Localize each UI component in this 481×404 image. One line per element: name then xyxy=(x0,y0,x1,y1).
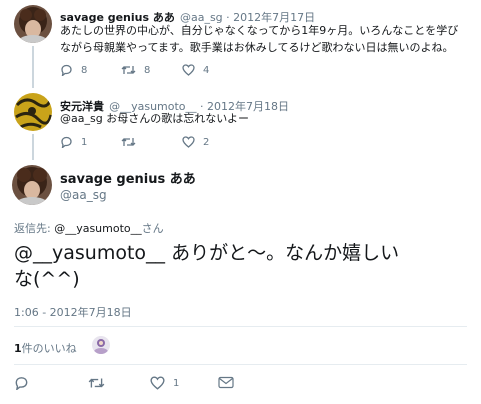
handle[interactable]: @aa_sg xyxy=(60,188,107,202)
likes-count: 1 xyxy=(14,342,22,355)
thread-line xyxy=(32,134,34,160)
retweet-button[interactable]: 8 xyxy=(121,64,150,76)
reply-icon xyxy=(61,136,72,148)
avatar[interactable] xyxy=(14,93,52,131)
reply-button[interactable]: 1 xyxy=(60,136,87,148)
reply-button[interactable] xyxy=(14,376,37,390)
reply-to-handle[interactable]: @__yasumoto__ xyxy=(54,222,141,235)
like-count: 4 xyxy=(203,64,210,76)
retweet-icon xyxy=(121,138,136,146)
reply-button[interactable]: 8 xyxy=(60,64,87,76)
timestamp[interactable]: 1:06 - 2012年7月18日 xyxy=(14,304,132,320)
reply-to-label: 返信先: xyxy=(14,222,55,235)
like-button[interactable]: 4 xyxy=(182,64,209,76)
reply-count: 8 xyxy=(81,64,88,76)
divider xyxy=(14,326,467,327)
reply-icon xyxy=(15,377,28,390)
like-count: 1 xyxy=(173,377,180,389)
retweet-button[interactable] xyxy=(88,376,113,390)
tweet-text-line: @__yasumoto__ ありがと〜。なんか嬉しい xyxy=(14,242,400,264)
retweet-button[interactable] xyxy=(121,136,144,148)
display-name[interactable]: savage genius ああ xyxy=(60,168,196,187)
tweet-text: @aa_sg お母さんの歌は忘れないよー xyxy=(60,112,249,125)
liker-avatar[interactable] xyxy=(92,336,110,354)
like-button[interactable]: 1 xyxy=(150,376,179,390)
likes-summary[interactable]: 1件のいいね xyxy=(14,340,77,356)
reply-count: 1 xyxy=(81,136,88,148)
tweet-text: あたしの世界の中心が、自分じゃなくなってから1年9ヶ月。いろんなことを学び なが… xyxy=(60,22,458,56)
heart-icon xyxy=(150,376,165,390)
envelope-icon xyxy=(218,376,234,389)
like-count: 2 xyxy=(203,136,210,148)
thread-line xyxy=(32,46,34,88)
retweet-icon xyxy=(88,378,105,388)
heart-icon xyxy=(182,136,195,148)
reply-icon xyxy=(61,64,72,76)
likes-label: 件のいいね xyxy=(21,342,77,355)
reply-to-suffix: さん xyxy=(141,222,164,235)
tweet-text-line: な(^^) xyxy=(14,268,80,290)
retweet-count: 8 xyxy=(144,64,151,76)
tweet-text: @__yasumoto__ ありがと〜。なんか嬉しい な(^^) xyxy=(14,240,399,292)
heart-icon xyxy=(182,64,195,76)
direct-message-button[interactable] xyxy=(218,376,234,389)
reply-to: 返信先: @__yasumoto__さん xyxy=(14,220,164,236)
divider xyxy=(14,364,467,365)
avatar[interactable] xyxy=(14,5,52,43)
tweet-text-line: ながら母親業やってます。歌手業はお休みしてるけど歌わない日は無いのよね。 xyxy=(60,41,454,54)
retweet-icon xyxy=(121,66,136,74)
like-button[interactable]: 2 xyxy=(182,136,209,148)
avatar[interactable] xyxy=(12,165,52,205)
tweet-text-line: あたしの世界の中心が、自分じゃなくなってから1年9ヶ月。いろんなことを学び xyxy=(60,24,459,37)
